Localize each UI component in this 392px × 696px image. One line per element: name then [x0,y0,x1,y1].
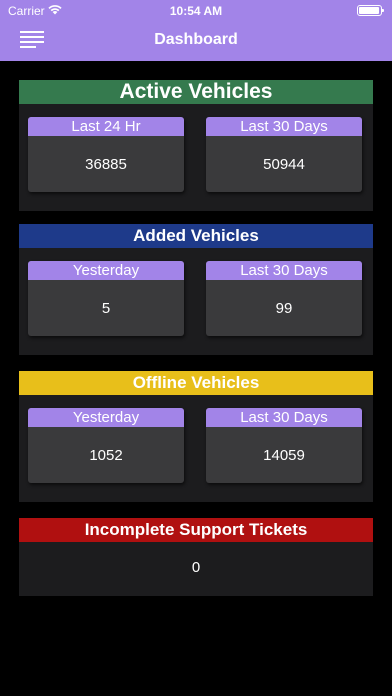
page-title: Dashboard [154,31,238,48]
offline-vehicles-card: Offline Vehicles Yesterday 1052 Last 30 … [19,371,373,502]
tile-value: 99 [275,299,293,317]
tile-value: 14059 [263,446,305,464]
added-vehicles-card: Added Vehicles Yesterday 5 Last 30 Days … [19,224,373,355]
offline-vehicles-title: Offline Vehicles [19,371,373,395]
active-vehicles-card: Active Vehicles Last 24 Hr 36885 Last 30… [19,80,373,211]
status-time: 10:54 AM [169,4,223,18]
tile-label: Last 24 Hr [28,117,184,136]
active-vehicles-title: Active Vehicles [19,80,373,104]
tile-label: Last 30 Days [206,408,362,427]
tile-label: Last 30 Days [206,117,362,136]
navigation-header: Carrier 10:54 AM Dashboard [0,0,392,61]
added-vehicles-title: Added Vehicles [19,224,373,248]
offline-yesterday-tile: Yesterday 1052 [28,408,184,483]
support-tickets-title: Incomplete Support Tickets [19,518,373,542]
tile-label: Yesterday [28,261,184,280]
tile-label: Yesterday [28,408,184,427]
battery-icon [357,5,384,16]
added-yesterday-tile: Yesterday 5 [28,261,184,336]
tile-label: Last 30 Days [206,261,362,280]
support-tickets-value: 0 [191,559,201,576]
tile-value: 50944 [263,155,305,173]
support-tickets-card: Incomplete Support Tickets 0 [19,518,373,596]
tile-value: 5 [101,299,111,317]
active-last-30-days-tile: Last 30 Days 50944 [206,117,362,192]
tile-value: 1052 [89,446,123,464]
status-bar: Carrier 10:54 AM [0,0,392,20]
offline-last-30-days-tile: Last 30 Days 14059 [206,408,362,483]
tile-value: 36885 [85,155,127,173]
active-last-24hr-tile: Last 24 Hr 36885 [28,117,184,192]
added-last-30-days-tile: Last 30 Days 99 [206,261,362,336]
